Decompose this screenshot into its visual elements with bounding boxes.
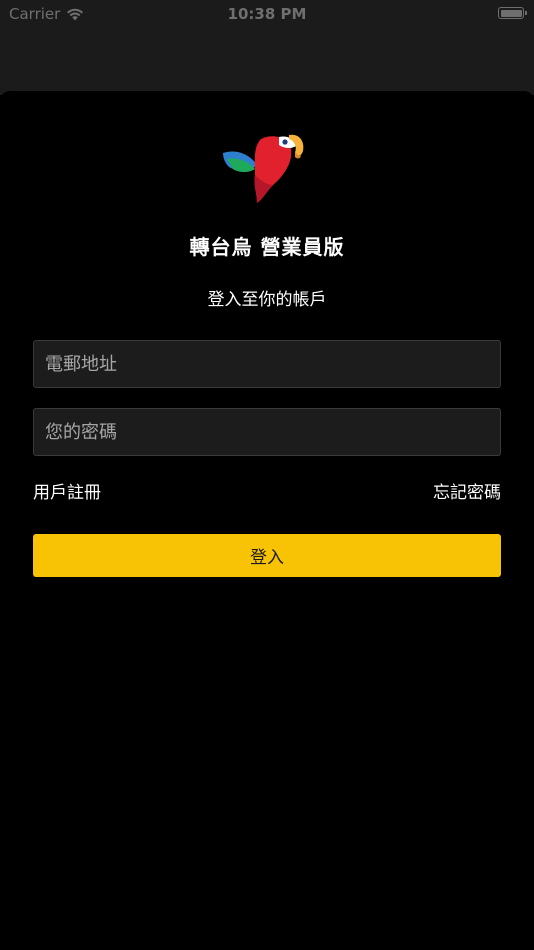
login-button[interactable]: 登入 xyxy=(33,534,501,577)
status-time: 10:38 PM xyxy=(227,5,307,23)
email-input[interactable] xyxy=(33,340,501,388)
register-link[interactable]: 用戶註冊 xyxy=(33,478,101,503)
battery-icon xyxy=(498,7,527,19)
status-bar: Carrier 10:38 PM xyxy=(0,0,534,28)
login-screen: Carrier 10:38 PM 轉台烏 營業員版 登入至你的帳戶 電郵地址 用… xyxy=(0,0,534,950)
parrot-logo-icon xyxy=(223,134,304,203)
app-title: 轉台烏 營業員版 xyxy=(189,235,345,259)
forgot-password-link[interactable]: 忘記密碼 xyxy=(433,478,501,503)
password-input[interactable] xyxy=(33,408,501,456)
battery-fill xyxy=(500,9,522,17)
login-sheet: 轉台烏 營業員版 登入至你的帳戶 用戶註冊 忘記密碼 登入 xyxy=(0,91,534,950)
login-subtitle: 登入至你的帳戶 xyxy=(207,290,327,310)
